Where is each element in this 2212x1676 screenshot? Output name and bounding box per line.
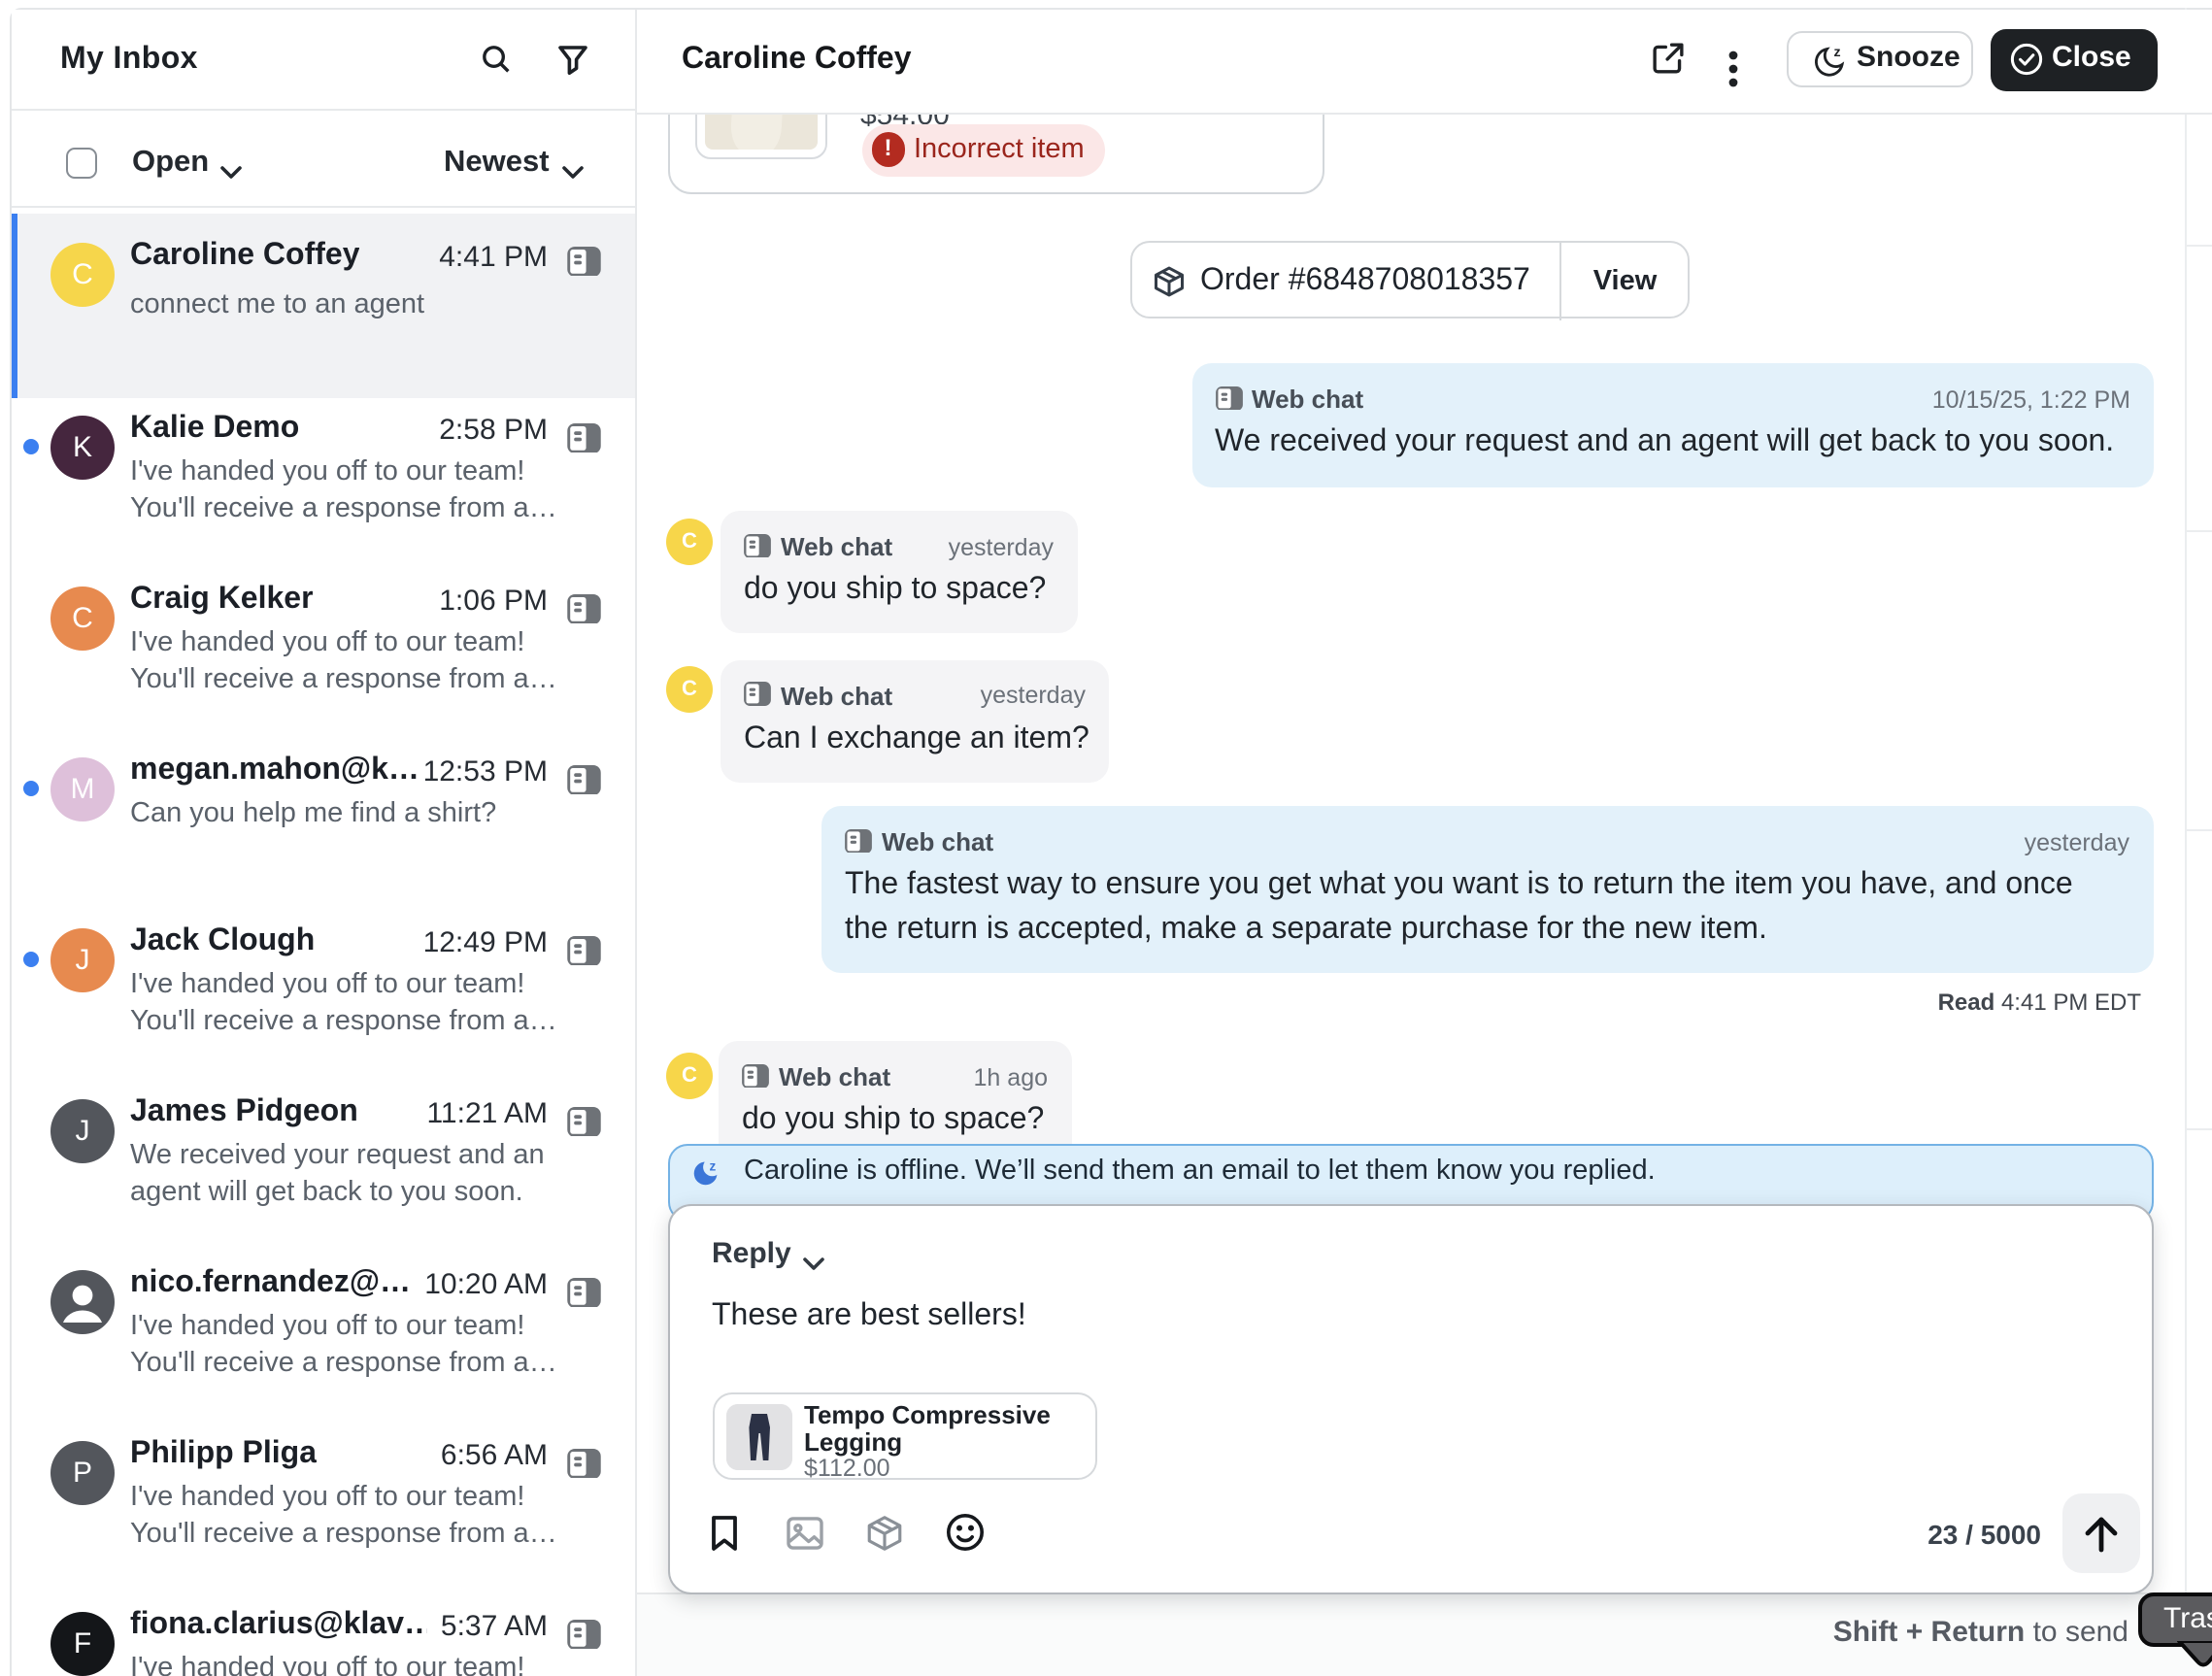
svg-text:z: z	[710, 1159, 717, 1173]
svg-text:z: z	[1834, 44, 1841, 59]
